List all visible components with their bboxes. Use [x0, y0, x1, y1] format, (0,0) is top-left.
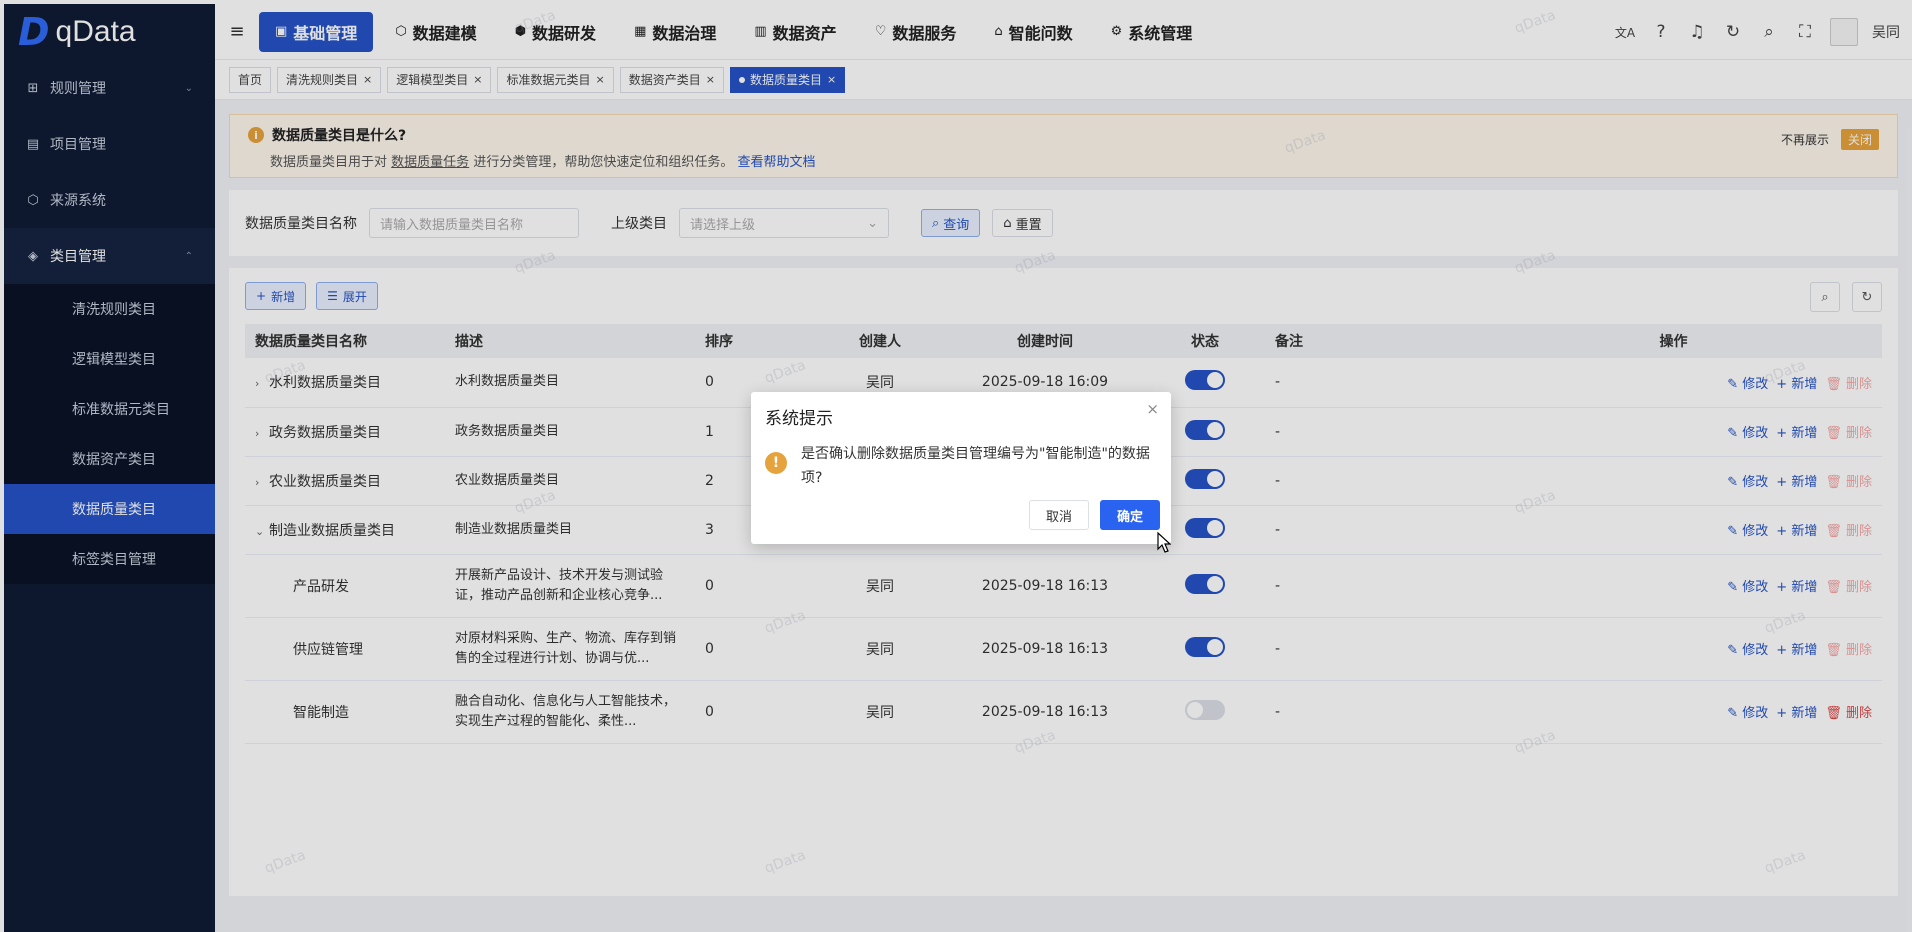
dialog-message: 是否确认删除数据质量类目管理编号为"智能制造"的数据项?	[801, 446, 1150, 486]
close-icon[interactable]: ×	[1146, 400, 1159, 418]
mouse-cursor-icon	[1157, 532, 1171, 553]
cancel-button[interactable]: 取消	[1029, 500, 1089, 530]
dialog-title: 系统提示	[765, 409, 833, 429]
confirm-dialog: 系统提示 × ! 是否确认删除数据质量类目管理编号为"智能制造"的数据项? 取消…	[751, 392, 1171, 544]
warning-icon: !	[765, 452, 787, 474]
confirm-button[interactable]: 确定	[1100, 500, 1160, 530]
